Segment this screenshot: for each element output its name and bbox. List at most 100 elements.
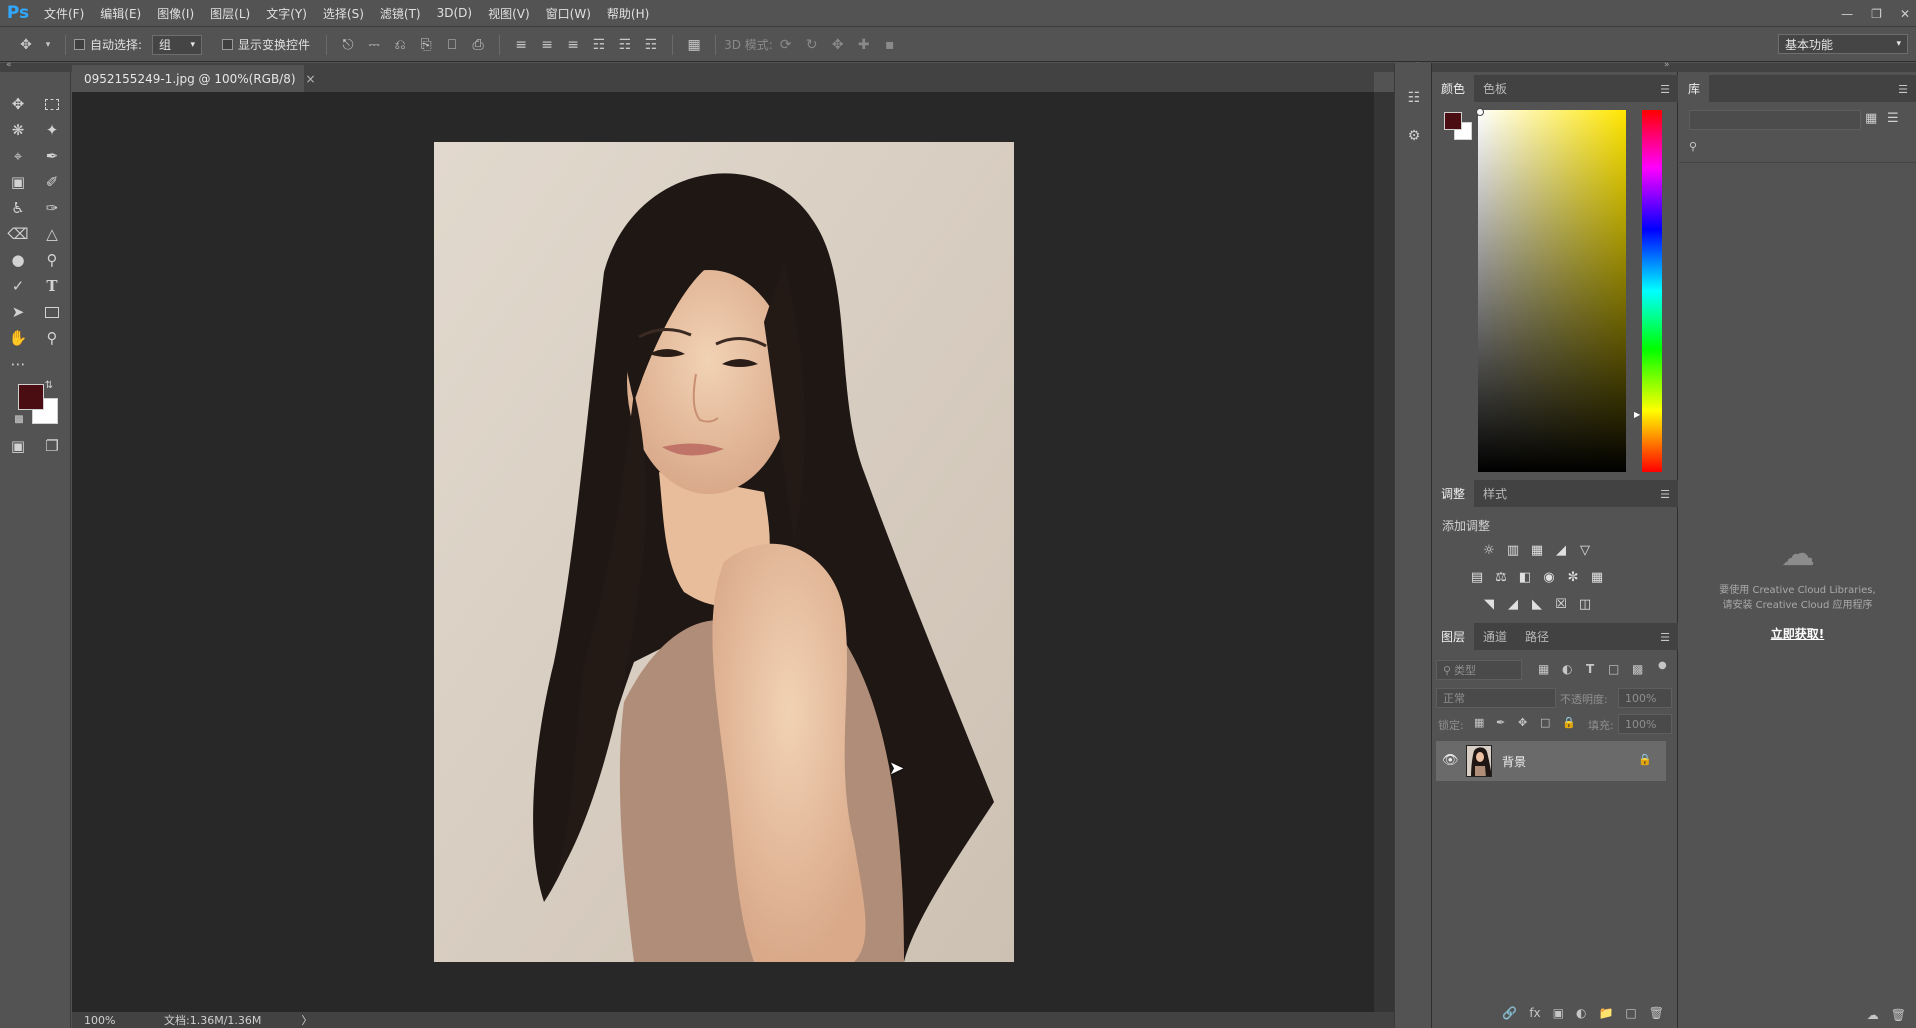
distribute-right-icon[interactable]: ☶ [643,37,659,53]
add-mask-icon[interactable]: ▣ [1553,1006,1564,1020]
marquee-tool-icon[interactable] [40,92,64,116]
zoom-tool-icon[interactable]: ⚲ [40,326,64,350]
lasso-tool-icon[interactable]: ❋ [6,118,30,142]
hand-tool-icon[interactable]: ✋ [6,326,30,350]
type-tool-icon[interactable]: T [40,274,64,298]
healing-brush-tool-icon[interactable]: ▣ [6,170,30,194]
visibility-eye-icon[interactable]: 👁 [1442,753,1459,768]
vibrance-icon[interactable]: ▽ [1576,542,1594,558]
close-document-icon[interactable]: × [306,72,316,86]
foreground-color-swatch[interactable] [18,384,44,410]
vertical-scrollbar[interactable] [1374,92,1394,1012]
align-top-icon[interactable]: ⎋ [340,37,356,53]
expand-panels-icon[interactable]: » [1664,60,1670,70]
brush-tool-icon[interactable]: ✐ [40,170,64,194]
delete-layer-icon[interactable]: 🗑 [1649,1006,1664,1020]
new-adjustment-icon[interactable]: ◐ [1576,1006,1586,1020]
color-picker-field[interactable] [1478,110,1626,472]
close-icon[interactable]: ✕ [1900,7,1910,21]
tab-swatches[interactable]: 色板 [1474,75,1516,102]
cloud-sync-icon[interactable]: ☁ [1867,1008,1879,1022]
menu-layer[interactable]: 图层(L) [202,5,258,22]
restore-icon[interactable]: ❐ [1871,7,1882,21]
list-view-icon[interactable]: ☰ [1887,111,1899,126]
collapse-left-icon[interactable]: « [6,60,12,70]
history-brush-tool-icon[interactable]: ✑ [40,196,64,220]
layer-lock-icon[interactable]: 🔒 [1638,753,1652,766]
distribute-vcenter-icon[interactable]: ≡ [539,37,555,53]
default-colors-icon[interactable]: ▩ [12,412,26,426]
status-menu-arrow[interactable]: 〉 [301,1012,312,1028]
history-panel-icon[interactable]: ☷ [1403,87,1425,109]
trash-icon[interactable]: 🗑 [1891,1008,1906,1022]
color-lookup-icon[interactable]: ▦ [1588,569,1606,585]
auto-select-checkbox[interactable] [74,39,85,50]
hue-saturation-icon[interactable]: ▤ [1468,569,1486,585]
layer-name[interactable]: 背景 [1502,753,1526,770]
get-it-now-link[interactable]: 立即获取! [1679,625,1916,642]
layer-row[interactable]: 👁 背景 🔒 [1436,741,1666,781]
distribute-bottom-icon[interactable]: ≡ [565,37,581,53]
rectangle-tool-icon[interactable] [40,300,64,324]
menu-window[interactable]: 窗口(W) [538,5,599,22]
3d-slide-icon[interactable]: ✚ [856,37,872,53]
menu-help[interactable]: 帮助(H) [599,5,657,22]
filter-type-icon[interactable]: T [1586,662,1594,676]
3d-pan-icon[interactable]: ✥ [830,37,846,53]
filter-shape-icon[interactable]: □ [1608,662,1619,676]
dodge-tool-icon[interactable]: ⚲ [40,248,64,272]
align-left-icon[interactable]: ⎘ [418,37,434,53]
move-tool-icon[interactable]: ✥ [6,92,30,116]
align-right-icon[interactable]: ⎙ [470,37,486,53]
brightness-icon[interactable]: ☼ [1480,542,1498,558]
eraser-tool-icon[interactable]: ⌫ [6,222,30,246]
filter-toggle-icon[interactable]: ● [1658,660,1667,671]
opacity-field[interactable]: 100% [1618,688,1672,708]
align-vcenter-icon[interactable]: ⎓ [366,37,382,53]
chevron-down-icon[interactable]: ▾ [44,40,52,50]
color-picker-marker[interactable] [1476,108,1484,116]
zoom-level[interactable]: 100% [84,1014,144,1027]
invert-icon[interactable]: ◥ [1480,596,1498,612]
align-bottom-icon[interactable]: ⎌ [392,37,408,53]
magic-wand-tool-icon[interactable]: ✦ [40,118,64,142]
distribute-hcenter-icon[interactable]: ☶ [617,37,633,53]
lock-pixels-icon[interactable]: ✒ [1496,716,1505,729]
menu-type[interactable]: 文字(Y) [258,5,315,22]
properties-panel-icon[interactable]: ⚙ [1403,125,1425,147]
tab-channels[interactable]: 通道 [1474,623,1516,650]
hue-slider[interactable] [1642,110,1662,472]
3d-scale-icon[interactable]: ▪ [882,37,898,53]
tab-color[interactable]: 颜色 [1432,75,1475,102]
color-balance-icon[interactable]: ⚖ [1492,569,1510,585]
blur-tool-icon[interactable]: ● [6,248,30,272]
new-layer-icon[interactable]: □ [1625,1006,1636,1020]
menu-edit[interactable]: 编辑(E) [92,5,149,22]
lock-transparent-icon[interactable]: ▦ [1474,716,1484,729]
fill-field[interactable]: 100% [1618,714,1672,734]
menu-view[interactable]: 视图(V) [480,5,538,22]
clone-stamp-tool-icon[interactable]: ♿ [6,196,30,220]
swap-colors-icon[interactable]: ⇅ [42,378,56,392]
move-tool-icon[interactable]: ✥ [18,37,34,53]
selective-color-icon[interactable]: ☒ [1552,596,1570,612]
show-transform-checkbox[interactable] [222,39,234,50]
menu-select[interactable]: 选择(S) [315,5,372,22]
menu-image[interactable]: 图像(I) [149,5,202,22]
auto-select-dropdown[interactable]: 组 ▾ [152,34,203,55]
lock-position-icon[interactable]: ✥ [1518,716,1527,729]
menu-3d[interactable]: 3D(D) [429,6,480,20]
document-tab[interactable]: 0952155249-1.jpg @ 100%(RGB/8) × [72,65,316,92]
quick-mask-icon[interactable]: ▣ [6,434,30,458]
panel-menu-icon[interactable]: ☰ [1660,83,1670,96]
pen-tool-icon[interactable]: ✓ [6,274,30,298]
tab-adjustments[interactable]: 调整 [1432,480,1475,507]
threshold-icon[interactable]: ◣ [1528,596,1546,612]
paint-bucket-tool-icon[interactable]: △ [40,222,64,246]
eyedropper-tool-icon[interactable]: ✒ [40,144,64,168]
filter-pixel-icon[interactable]: ▦ [1538,662,1549,676]
tab-library[interactable]: 库 [1679,75,1710,102]
fx-icon[interactable]: fx [1529,1006,1540,1020]
document-image[interactable] [434,142,1014,962]
grid-view-icon[interactable]: ▦ [1865,111,1877,126]
